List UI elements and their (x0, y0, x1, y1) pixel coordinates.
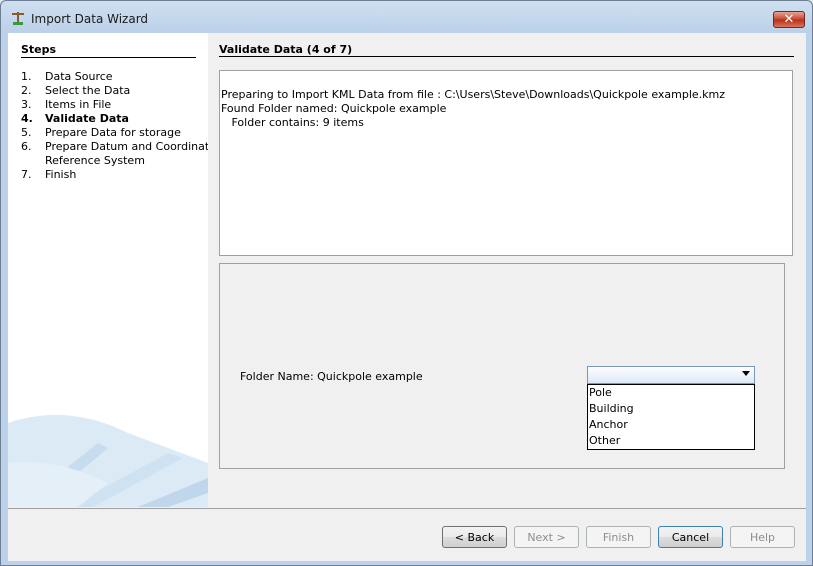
import-data-wizard-window: Import Data Wizard ✕ Steps 1. Data Sourc… (0, 0, 813, 566)
step-number: 7. (21, 168, 32, 181)
step-label: Select the Data (45, 84, 131, 97)
next-button[interactable]: Next > (514, 526, 579, 548)
dropdown-option-other[interactable]: Other (589, 433, 753, 449)
import-log-textbox[interactable]: Preparing to Import KML Data from file :… (219, 70, 793, 256)
step-label: Data Source (45, 70, 113, 83)
cancel-button[interactable]: Cancel (658, 526, 723, 548)
help-button[interactable]: Help (730, 526, 795, 548)
steps-panel: Steps 1. Data Source 2. Select the Data … (8, 33, 208, 507)
wizard-client-area: Steps 1. Data Source 2. Select the Data … (8, 33, 806, 561)
back-button[interactable]: < Back (442, 526, 507, 548)
page-title-divider (219, 56, 794, 57)
step-number: 1. (21, 70, 32, 83)
folder-type-dropdown-list: Pole Building Anchor Other (587, 384, 755, 450)
step-number: 6. (21, 140, 32, 153)
dropdown-option-building[interactable]: Building (589, 401, 753, 417)
step-label: Prepare Datum and Coordinate (45, 140, 208, 153)
step-number: 2. (21, 84, 32, 97)
step-label: Prepare Data for storage (45, 126, 181, 139)
dropdown-option-pole[interactable]: Pole (589, 385, 753, 401)
log-line: Folder contains: 9 items (221, 116, 364, 129)
step-label: Items in File (45, 98, 112, 111)
log-line: Found Folder named: Quickpole example (221, 102, 447, 115)
step-label: Validate Data (45, 112, 129, 125)
steps-title: Steps (21, 43, 57, 56)
step-number: 5. (21, 126, 32, 139)
steps-divider (21, 57, 196, 58)
utility-pole-icon (12, 12, 24, 25)
chevron-down-icon (742, 371, 750, 376)
step-label: Reference System (45, 154, 145, 167)
title-bar: Import Data Wizard ✕ (1, 1, 812, 33)
folder-mapping-panel: Folder Name: Quickpole example Pole Buil… (219, 263, 785, 469)
folder-type-combobox[interactable] (587, 366, 755, 384)
step-number: 3. (21, 98, 32, 111)
step-label: Finish (45, 168, 77, 181)
decorative-swoosh-graphic (8, 415, 208, 507)
folder-name-label: Folder Name: Quickpole example (240, 370, 423, 383)
button-bar-divider (8, 508, 806, 509)
close-icon: ✕ (783, 12, 795, 27)
window-title: Import Data Wizard (31, 12, 149, 26)
step-number: 4. (21, 112, 33, 125)
log-line: Preparing to Import KML Data from file :… (221, 88, 726, 101)
finish-button[interactable]: Finish (586, 526, 651, 548)
page-title: Validate Data (4 of 7) (219, 43, 353, 56)
dropdown-option-anchor[interactable]: Anchor (589, 417, 753, 433)
close-button[interactable]: ✕ (773, 11, 805, 28)
